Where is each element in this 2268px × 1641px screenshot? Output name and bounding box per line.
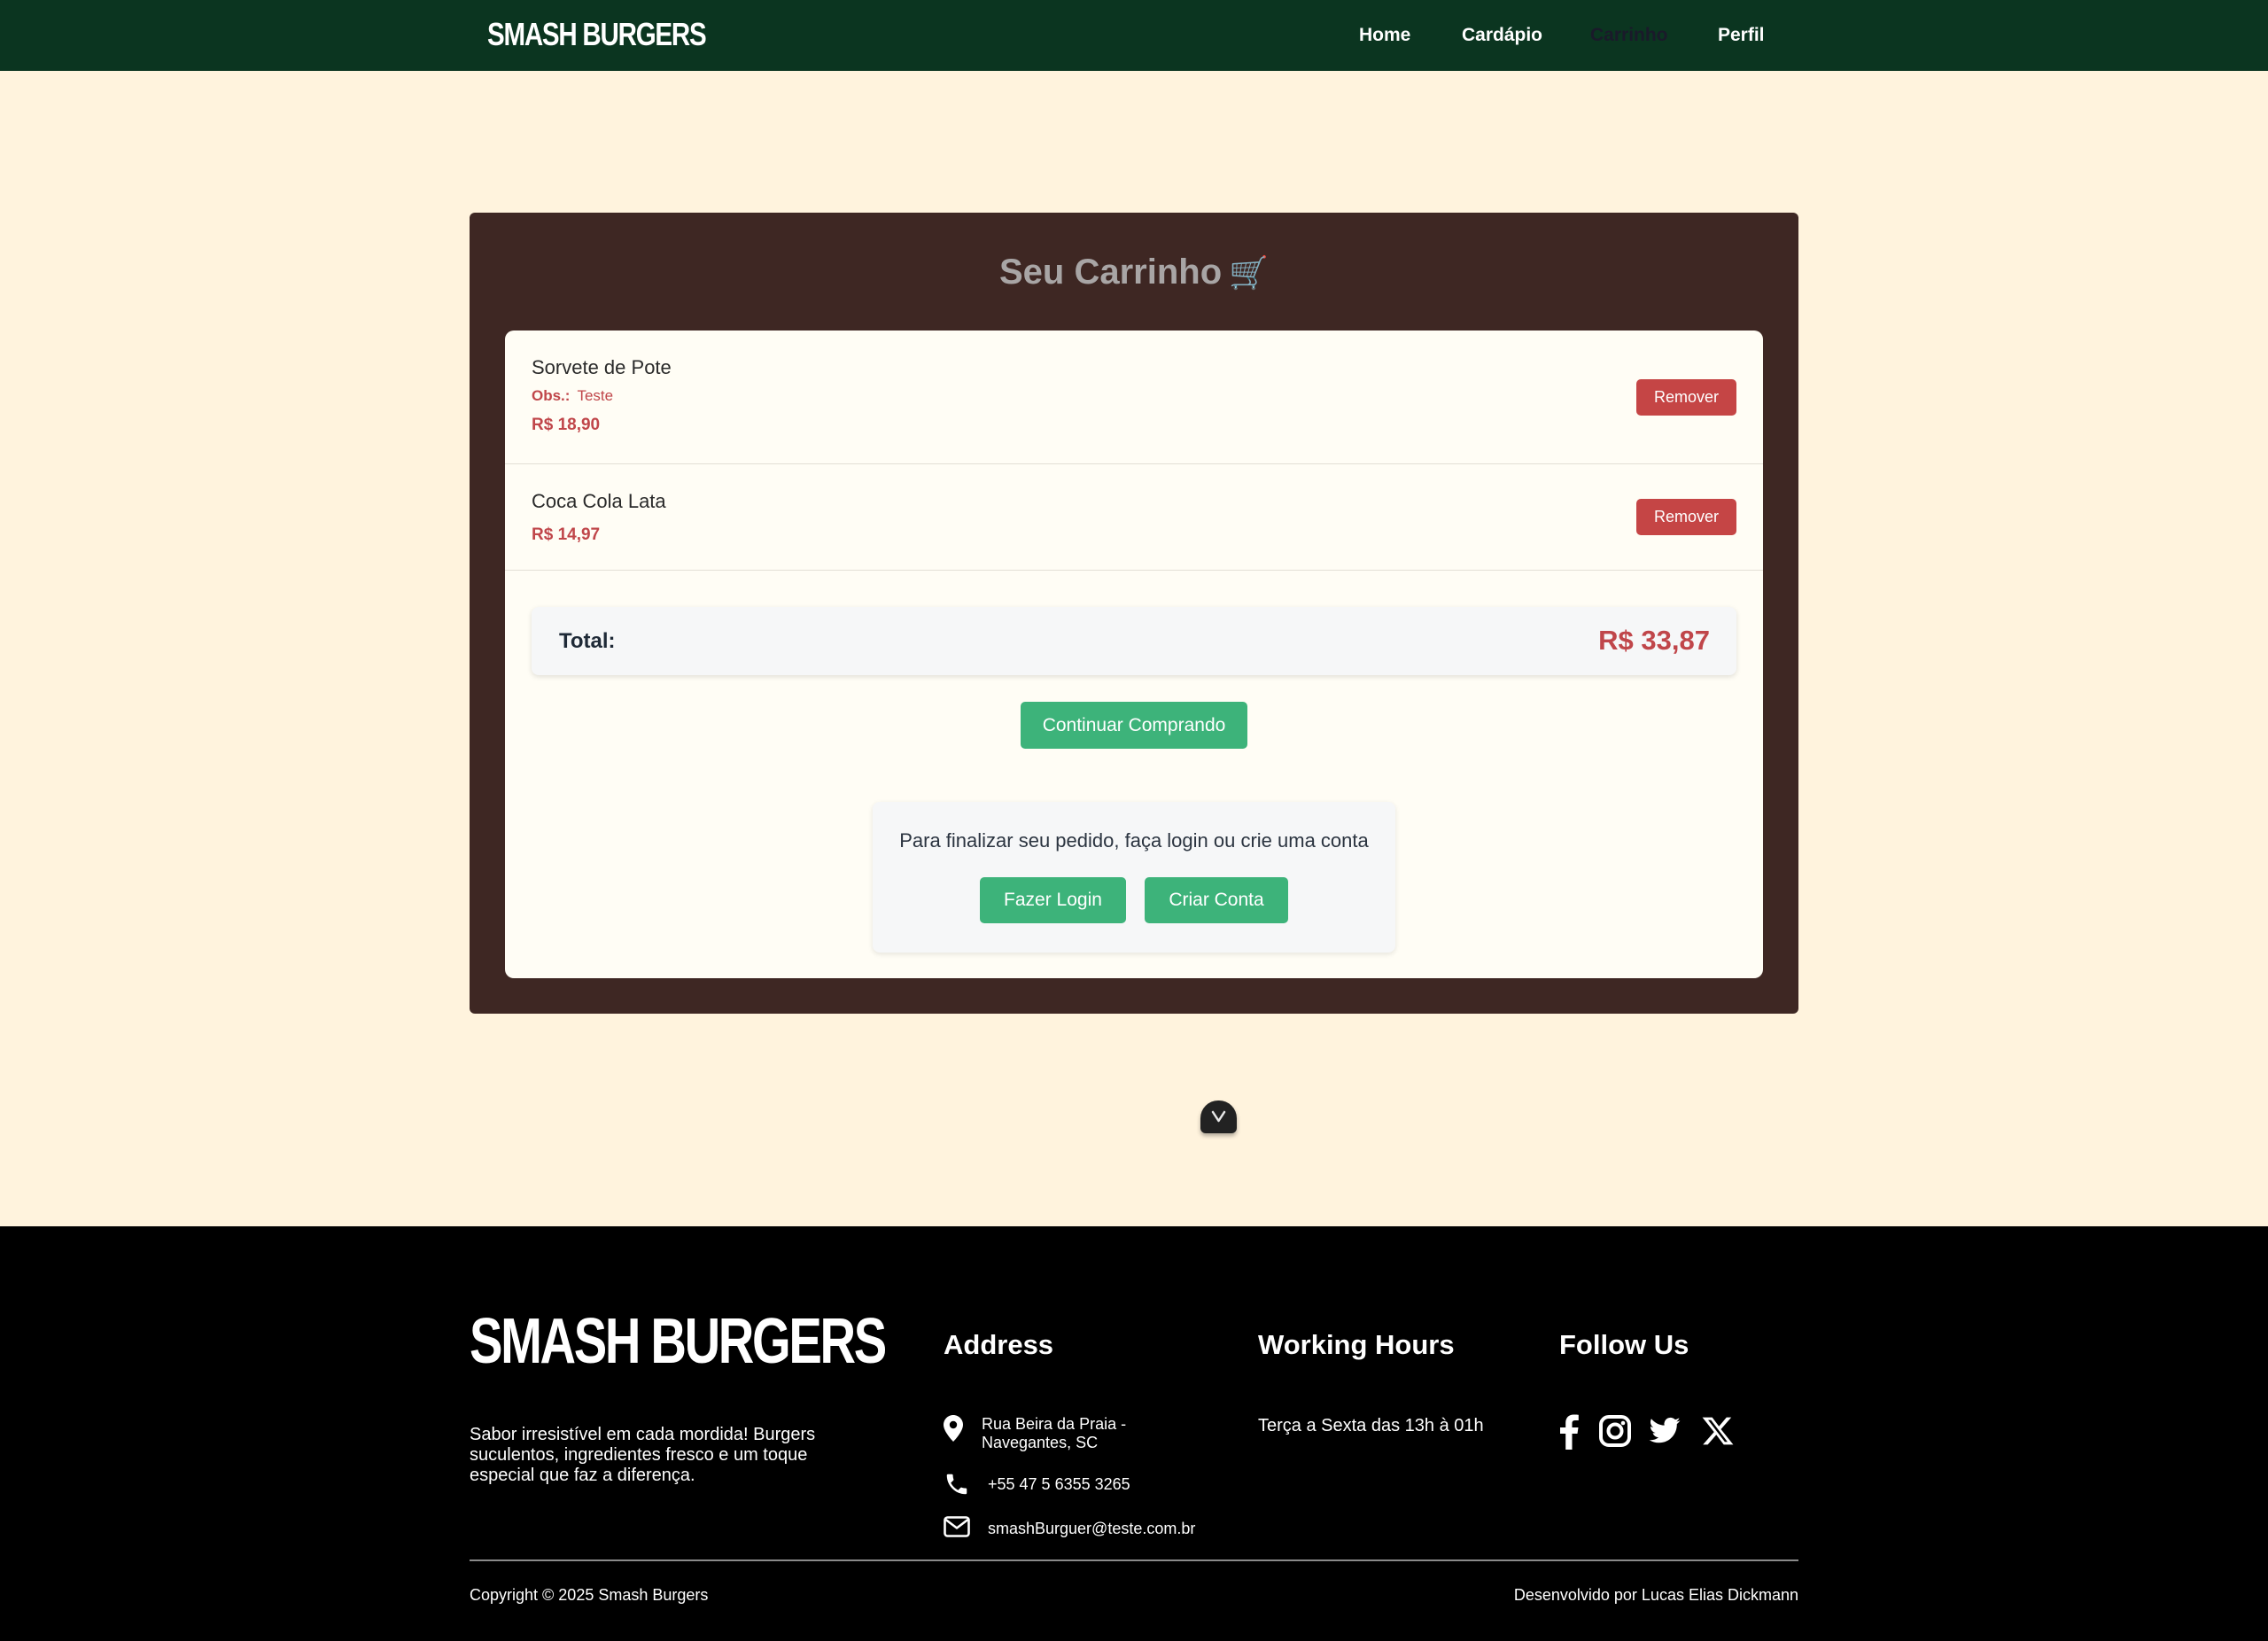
remove-item-button[interactable]: Remover	[1636, 379, 1736, 416]
nav-link-cardapio[interactable]: Cardápio	[1462, 23, 1542, 48]
cart-item-note-text: Teste	[577, 387, 614, 404]
cart-title: Seu Carrinho 🛒	[470, 250, 1798, 295]
chevron-down-icon	[1211, 1110, 1226, 1123]
twitter-icon[interactable]	[1646, 1414, 1683, 1452]
nav-link-perfil[interactable]: Perfil	[1718, 23, 1765, 48]
cart-total: Total: R$ 33,87	[532, 607, 1736, 675]
phone-icon	[944, 1471, 970, 1502]
scroll-toggle-button[interactable]	[1200, 1100, 1237, 1133]
cart-item-note: Obs.: Teste	[532, 386, 613, 406]
working-hours-text: Terça a Sexta das 13h à 01h	[1258, 1416, 1484, 1435]
developer-credit: Desenvolvido por Lucas Elias Dickmann	[1513, 1586, 1798, 1604]
nav-link-home[interactable]: Home	[1359, 23, 1410, 48]
follow-us-heading: Follow Us	[1559, 1329, 1689, 1360]
brand-logo[interactable]: SMASH BURGERS	[487, 16, 707, 53]
checkout-login-prompt: Para finalizar seu pedido, faça login ou…	[873, 802, 1395, 953]
working-hours-heading: Working Hours	[1258, 1329, 1455, 1360]
remove-item-button[interactable]: Remover	[1636, 499, 1736, 535]
footer-divider	[470, 1559, 1798, 1561]
total-label: Total:	[559, 629, 616, 653]
cart-item: Sorvete de Pote Obs.: Teste R$ 18,90 Remo…	[505, 331, 1763, 464]
cart-title-text: Seu Carrinho	[999, 253, 1223, 292]
address-text: Rua Beira da Praia - Navegantes, SC	[982, 1415, 1127, 1451]
cart-item-name: Sorvete de Pote	[532, 356, 672, 378]
facebook-icon[interactable]	[1559, 1414, 1579, 1454]
x-icon[interactable]	[1701, 1414, 1735, 1452]
cart-item: Coca Cola Lata R$ 14,97 Remover	[505, 464, 1763, 571]
create-account-button[interactable]: Criar Conta	[1145, 877, 1288, 923]
footer-tagline: Sabor irresistível em cada mordida! Burg…	[470, 1425, 816, 1485]
envelope-icon	[944, 1516, 970, 1542]
cart-item-note-label: Obs.:	[532, 387, 571, 404]
shopping-cart-icon: 🛒	[1229, 254, 1269, 291]
total-value: R$ 33,87	[1598, 625, 1710, 656]
phone-number: +55 47 5 6355 3265	[988, 1475, 1130, 1493]
login-button[interactable]: Fazer Login	[980, 877, 1126, 923]
copyright-text: Copyright © 2025 Smash Burgers	[470, 1586, 709, 1604]
cart-item-price: R$ 14,97	[532, 525, 601, 544]
continue-shopping-button[interactable]: Continuar Comprando	[1021, 702, 1247, 749]
footer-brand-logo: SMASH BURGERS	[470, 1306, 887, 1377]
nav-link-carrinho[interactable]: Carrinho	[1590, 23, 1668, 48]
footer: SMASH BURGERS Sabor irresistível em cada…	[0, 1226, 2268, 1641]
cart-items-card: Sorvete de Pote Obs.: Teste R$ 18,90 Remo…	[505, 331, 1763, 978]
instagram-icon[interactable]	[1598, 1414, 1632, 1452]
cart-item-price: R$ 18,90	[532, 416, 601, 434]
address-heading: Address	[944, 1329, 1054, 1360]
login-prompt-text: Para finalizar seu pedido, faça login ou…	[899, 829, 1369, 852]
location-pin-icon	[944, 1415, 963, 1446]
cart-item-name: Coca Cola Lata	[532, 490, 666, 512]
email-address: smashBurguer@teste.com.br	[988, 1520, 1196, 1537]
cart-panel: Seu Carrinho 🛒 Sorvete de Pote Obs.: Teste…	[470, 213, 1798, 1014]
navbar: SMASH BURGERS Home Cardápio Carrinho Per…	[0, 0, 2268, 71]
